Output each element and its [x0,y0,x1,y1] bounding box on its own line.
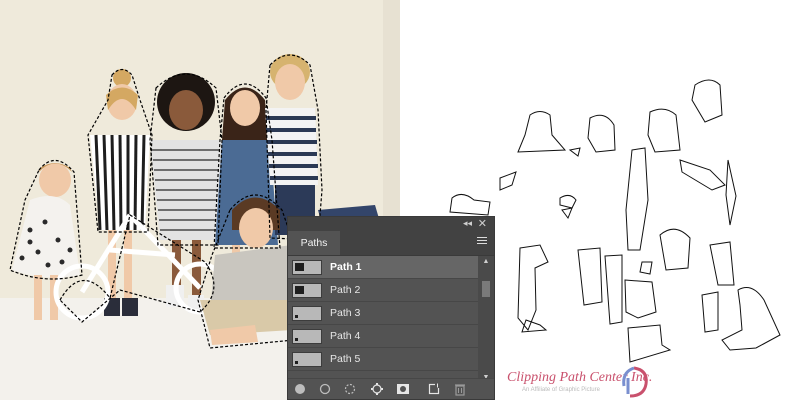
path-thumbnail [292,306,322,321]
path-label: Path 4 [330,330,361,342]
close-icon[interactable]: ✕ [478,217,487,230]
path-thumbnail [292,352,322,367]
delete-path-icon[interactable] [453,382,467,396]
path-row-5[interactable]: Path 5 [288,348,478,371]
list-scrollbar[interactable]: ▲ ▼ [478,256,494,384]
fill-path-icon[interactable] [293,382,307,396]
paths-list: Path 1 Path 2 Path 3 Path 4 Path 5 [288,256,478,384]
collapse-arrows-icon[interactable]: ◂◂ [463,218,472,229]
scroll-up-icon[interactable]: ▲ [478,256,494,268]
path-thumbnail [292,283,322,298]
path-row-4[interactable]: Path 4 [288,325,478,348]
scroll-thumb[interactable] [482,281,490,297]
add-mask-icon[interactable] [396,382,410,396]
load-as-selection-icon[interactable] [343,382,357,396]
path-label: Path 5 [330,353,361,365]
tab-paths[interactable]: Paths [288,231,340,255]
panel-tab-bar: Paths [288,231,494,256]
stroke-path-icon[interactable] [318,382,332,396]
path-row-2[interactable]: Path 2 [288,279,478,302]
path-thumbnail [292,260,322,275]
path-row-3[interactable]: Path 3 [288,302,478,325]
make-work-path-icon[interactable] [370,382,384,396]
path-label: Path 2 [330,284,361,296]
child-toddler [12,163,80,320]
watermark-subtext: An Affiliate of Graphic Picture [522,387,600,393]
path-thumbnail [292,329,322,344]
paths-panel: ◂◂ ✕ Paths Path 1 Path 2 Path 3 Path 4 P… [287,216,495,400]
path-label: Path 3 [330,307,361,319]
panel-footer [288,378,494,399]
path-label: Path 1 [330,261,362,273]
child-striped-dress [90,69,150,316]
watermark-logo-icon [622,366,648,398]
path-row-1[interactable]: Path 1 [288,256,478,279]
new-path-icon[interactable] [427,382,441,396]
panel-title-bar: ◂◂ ✕ [288,217,494,231]
panel-menu-icon[interactable] [477,237,487,247]
